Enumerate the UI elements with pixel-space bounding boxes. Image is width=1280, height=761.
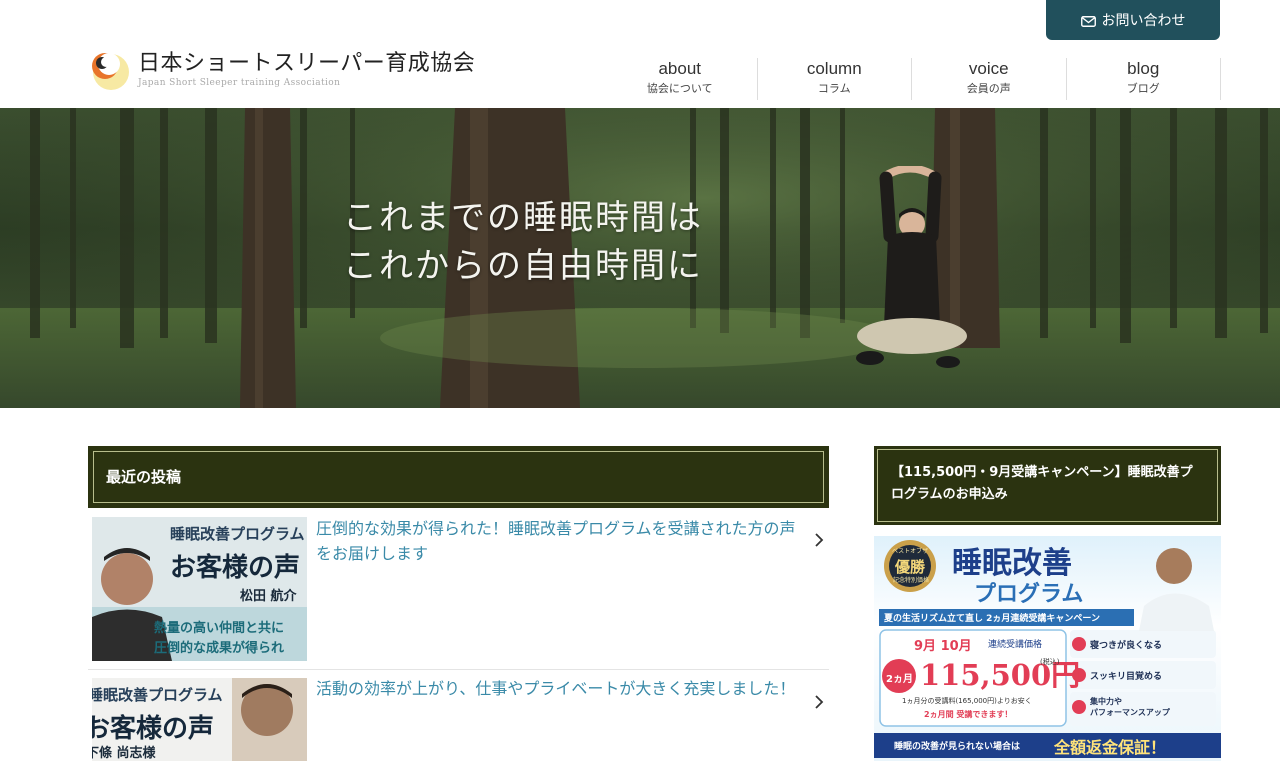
post-thumbnail: 睡眠改善プログラム お客様の声 松田 航介 熱量の高い仲間と共に 圧倒的な成果が… [92, 517, 307, 661]
logo-title: 日本ショートスリーパー育成協会 [138, 51, 476, 76]
nav-item-blog[interactable]: blog ブログ [1067, 58, 1221, 100]
thumb-line-2: 圧倒的な成果が得られ [154, 641, 285, 656]
nav-item-column[interactable]: column コラム [758, 58, 912, 100]
divider [88, 669, 829, 670]
nav-item-about[interactable]: about 協会について [603, 58, 758, 100]
contact-button[interactable]: お問い合わせ [1046, 0, 1220, 40]
campaign-heading: 【115,500円・9月受講キャンペーン】睡眠改善プログラムのお申込み [874, 446, 1221, 525]
mail-icon [1080, 15, 1096, 27]
hero-line-1: これまでの睡眠時間は [343, 198, 703, 238]
banner-ribbon: 夏の生活リズム立て直し 2ヵ月連続受講キャンペーン [884, 614, 1100, 624]
hero-banner: これまでの睡眠時間は これからの自由時間に [0, 108, 1280, 408]
nav-label-en: about [658, 59, 702, 78]
nav-label-en: blog [1127, 59, 1160, 78]
chevron-right-icon [814, 694, 824, 713]
banner-subheading: プログラム [974, 581, 1084, 607]
post-item[interactable]: 睡眠改善プログラム お客様の声 下條 尚志様 活動の効率が上がり、仕事やプライベ… [88, 674, 829, 761]
award-top: ベストオブザ [892, 548, 929, 555]
recent-posts-title: 最近の投稿 [106, 468, 182, 486]
post-title[interactable]: 圧倒的な効果が得られた！睡眠改善プログラムを受講された方の声をお届けします [316, 516, 806, 566]
nav-label-ja: 会員の声 [966, 82, 1011, 95]
site-logo[interactable]: 日本ショートスリーパー育成協会 Japan Short Sleeper trai… [88, 50, 475, 94]
site-header: お問い合わせ 日本ショートスリーパー育成協会 Japan Short Sleep… [0, 0, 1280, 108]
banner-note-2: 2ヵ月間 受講できます！ [924, 710, 1013, 719]
award-label: 優勝 [895, 558, 926, 576]
post-item[interactable]: 睡眠改善プログラム お客様の声 松田 航介 熱量の高い仲間と共に 圧倒的な成果が… [88, 513, 829, 670]
banner-footer-big: 全額返金保証！ [1054, 738, 1167, 757]
nav-label-ja: 協会について [646, 82, 713, 95]
benefit-item: 寝つきが良くなる [1090, 641, 1163, 651]
thumb-top: 睡眠改善プログラム [170, 525, 305, 543]
contact-label: お問い合わせ [1101, 13, 1186, 29]
hero-copy: これまでの睡眠時間は これからの自由時間に [343, 194, 703, 290]
global-nav: about 協会について column コラム voice 会員の声 blog … [603, 58, 1221, 100]
campaign-banner[interactable]: ベストオブザ 優勝 記念特別価格 睡眠改善 プログラム 夏の生活リズム立て直し … [874, 536, 1221, 761]
benefit-item: スッキリ目覚める [1090, 672, 1163, 682]
meditating-person-illustration [856, 166, 967, 368]
nav-label-ja: ブログ [1126, 82, 1160, 95]
banner-period: 2ヵ月 [886, 674, 913, 685]
benefit-item: 集中力や パフォーマンスアップ [1090, 697, 1170, 717]
nav-label-en: column [806, 59, 862, 78]
award-bottom: 記念特別価格 [893, 577, 930, 584]
hero-line-2: これからの自由時間に [343, 246, 703, 286]
nav-item-voice[interactable]: voice 会員の声 [912, 58, 1067, 100]
nav-label-ja: コラム [817, 82, 851, 95]
banner-tax: (税込) [1040, 658, 1060, 666]
logo-subtitle: Japan Short Sleeper training Association [138, 78, 341, 88]
thumb-name: 松田 航介 [240, 589, 297, 604]
post-title[interactable]: 活動の効率が上がり、仕事やプライベートが大きく充実しました！ [316, 676, 806, 701]
banner-price-label: 連続受講価格 [988, 640, 1043, 650]
thumb-name: 下條 尚志様 [92, 746, 156, 761]
post-thumbnail: 睡眠改善プログラム お客様の声 下條 尚志様 [92, 678, 307, 761]
moon-logo-icon [88, 50, 130, 92]
campaign-title: 【115,500円・9月受講キャンペーン】睡眠改善プログラムのお申込み [891, 465, 1193, 502]
recent-posts-heading: 最近の投稿 [88, 446, 829, 508]
banner-note-1: 1ヵ月分の受講料(165,000円)よりお安く [902, 697, 1032, 705]
chevron-right-icon [814, 532, 824, 551]
nav-label-en: voice [968, 59, 1009, 78]
thumb-main: お客様の声 [92, 714, 215, 744]
banner-footer-small: 睡眠の改善が見られない場合は [894, 742, 1021, 752]
thumb-line-1: 熱量の高い仲間と共に [154, 621, 285, 636]
thumb-top: 睡眠改善プログラム [92, 686, 223, 704]
thumb-main: お客様の声 [170, 553, 301, 583]
